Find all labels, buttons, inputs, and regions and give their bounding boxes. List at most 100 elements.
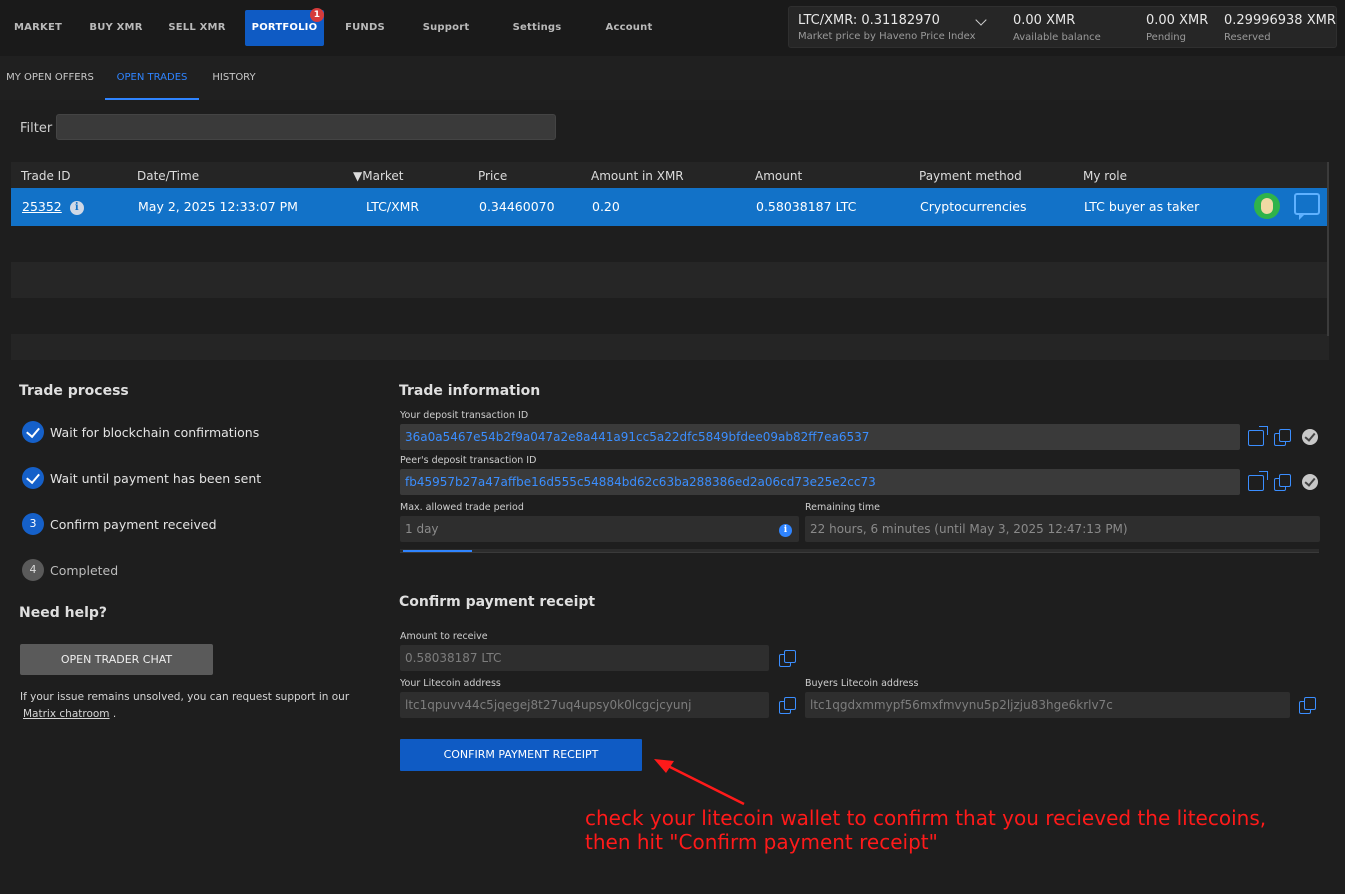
trade-period-progress: [400, 549, 1319, 553]
amount-xmr-cell: 0.20: [592, 199, 620, 214]
your-address-field: ltc1qpuvv44c5jqegej8t27uq4upsy0k0lcgcjcy…: [400, 692, 769, 718]
info-icon[interactable]: i: [779, 524, 792, 537]
amount-cell: 0.58038187 LTC: [756, 199, 857, 214]
empty-row: [11, 298, 1327, 334]
step-number-icon: 4: [22, 559, 44, 581]
help-link-line: Matrix chatroom .: [23, 708, 116, 720]
col-my-role[interactable]: My role: [1083, 169, 1127, 183]
empty-row: [11, 226, 1327, 262]
tab-my-open-offers[interactable]: MY OPEN OFFERS: [0, 56, 100, 100]
help-suffix: .: [112, 708, 117, 720]
empty-row: [11, 262, 1327, 298]
peer-avatar[interactable]: [1254, 193, 1280, 219]
buyer-address-field: ltc1qgdxmmypf56mxfmvynu5p2ljzju83hge6krl…: [805, 692, 1290, 718]
available-balance-label: Available balance: [1013, 32, 1101, 43]
deposit-tx-field[interactable]: 36a0a5467e54b2f9a047a2e8a441a91cc5a22dfc…: [400, 424, 1240, 450]
nav-support[interactable]: Support: [416, 10, 476, 46]
max-period-label: Max. allowed trade period: [400, 502, 524, 513]
annotation-text: check your litecoin wallet to confirm th…: [585, 806, 1325, 854]
col-price[interactable]: Price: [478, 169, 507, 183]
your-address-label: Your Litecoin address: [400, 678, 501, 689]
annotation-line-2: then hit "Confirm payment receipt": [585, 830, 938, 854]
confirmed-check-icon: [1302, 429, 1318, 445]
help-title: Need help?: [19, 605, 108, 621]
nav-portfolio[interactable]: PORTFOLIO 1: [245, 8, 324, 46]
max-period-field: 1 day: [400, 516, 799, 542]
col-payment-method[interactable]: Payment method: [919, 169, 1022, 183]
market-price-selector[interactable]: LTC/XMR: 0.31182970: [798, 13, 940, 28]
tab-history[interactable]: HISTORY: [204, 56, 264, 100]
info-icon[interactable]: i: [69, 200, 84, 215]
step-number-icon: 3: [22, 513, 44, 535]
trade-process-title: Trade process: [19, 383, 129, 399]
nav-sell-xmr[interactable]: SELL XMR: [166, 10, 228, 46]
price-cell: 0.34460070: [479, 199, 555, 214]
copy-icon[interactable]: [779, 650, 796, 667]
col-date-time[interactable]: Date/Time: [137, 169, 199, 183]
step-done-check-icon: [22, 467, 44, 489]
nav-funds[interactable]: FUNDS: [338, 10, 392, 46]
col-trade-id[interactable]: Trade ID: [21, 169, 70, 183]
buyer-address-label: Buyers Litecoin address: [805, 678, 919, 689]
table-row[interactable]: 25352 i May 2, 2025 12:33:07 PM LTC/XMR 0…: [11, 188, 1327, 226]
remaining-time-label: Remaining time: [805, 502, 880, 513]
role-cell: LTC buyer as taker: [1084, 199, 1200, 214]
external-link-icon[interactable]: [1248, 426, 1268, 446]
step-label-pending: Completed: [50, 563, 119, 578]
step-done-check-icon: [22, 421, 44, 443]
confirmed-check-icon: [1302, 474, 1318, 490]
nav-market[interactable]: MARKET: [10, 10, 66, 46]
col-market-label: Market: [362, 169, 404, 183]
reserved-label: Reserved: [1224, 32, 1271, 43]
table-scrollbar[interactable]: [1327, 162, 1329, 336]
chevron-down-icon[interactable]: [975, 14, 987, 26]
pending-value: 0.00 XMR: [1146, 13, 1209, 28]
help-text: If your issue remains unsolved, you can …: [20, 691, 350, 703]
open-trader-chat-button[interactable]: OPEN TRADER CHAT: [20, 644, 213, 675]
reserved-value: 0.29996938 XMR: [1224, 13, 1336, 28]
trade-id-link[interactable]: 25352: [22, 199, 62, 214]
trade-id-cell[interactable]: 25352 i: [22, 199, 84, 215]
copy-icon[interactable]: [1299, 697, 1316, 714]
confirm-section-title: Confirm payment receipt: [399, 594, 596, 610]
deposit-tx-label: Your deposit transaction ID: [400, 410, 529, 421]
top-nav: MARKET BUY XMR SELL XMR PORTFOLIO 1 FUND…: [0, 0, 1345, 56]
trade-info-title: Trade information: [399, 383, 541, 399]
copy-icon[interactable]: [779, 697, 796, 714]
annotation-arrow: [654, 759, 745, 806]
tab-open-trades[interactable]: OPEN TRADES: [105, 56, 199, 100]
sort-desc-icon: ▼: [353, 169, 363, 183]
filter-label: Filter: [20, 121, 53, 136]
nav-buy-xmr[interactable]: BUY XMR: [86, 10, 146, 46]
remaining-time-field: 22 hours, 6 minutes (until May 3, 2025 1…: [805, 516, 1320, 542]
chat-icon[interactable]: [1294, 193, 1320, 220]
notification-badge: 1: [310, 8, 324, 22]
amount-to-receive-field: 0.58038187 LTC: [400, 645, 769, 671]
step-label-current: Confirm payment received: [50, 517, 217, 532]
col-market[interactable]: ▼Market: [353, 169, 403, 183]
col-amount-xmr[interactable]: Amount in XMR: [591, 169, 684, 183]
price-source: Market price by Haveno Price Index: [798, 31, 976, 42]
peer-deposit-label: Peer's deposit transaction ID: [400, 455, 537, 466]
step-label: Wait until payment has been sent: [50, 471, 262, 486]
annotation-line-1: check your litecoin wallet to confirm th…: [585, 806, 1267, 830]
market-price-panel: LTC/XMR: 0.31182970 Market price by Have…: [788, 6, 1337, 48]
copy-icon[interactable]: [1274, 474, 1291, 491]
market-cell: LTC/XMR: [366, 199, 420, 214]
external-link-icon[interactable]: [1248, 471, 1268, 491]
matrix-chatroom-link[interactable]: Matrix chatroom: [23, 708, 110, 720]
progress-fill: [403, 550, 472, 552]
peer-deposit-field[interactable]: fb45957b27a47affbe16d555c54884bd62c63ba2…: [400, 469, 1240, 495]
nav-portfolio-label: PORTFOLIO: [251, 22, 318, 33]
pending-label: Pending: [1146, 32, 1186, 43]
step-label: Wait for blockchain confirmations: [50, 425, 260, 440]
nav-settings[interactable]: Settings: [506, 10, 568, 46]
col-amount[interactable]: Amount: [755, 169, 802, 183]
date-cell: May 2, 2025 12:33:07 PM: [138, 199, 298, 214]
nav-account[interactable]: Account: [598, 10, 660, 46]
copy-icon[interactable]: [1274, 429, 1291, 446]
confirm-payment-receipt-button[interactable]: CONFIRM PAYMENT RECEIPT: [400, 739, 642, 771]
portfolio-tabs: MY OPEN OFFERS OPEN TRADES HISTORY: [0, 56, 1345, 100]
available-balance-value: 0.00 XMR: [1013, 13, 1076, 28]
filter-input[interactable]: [56, 114, 556, 140]
